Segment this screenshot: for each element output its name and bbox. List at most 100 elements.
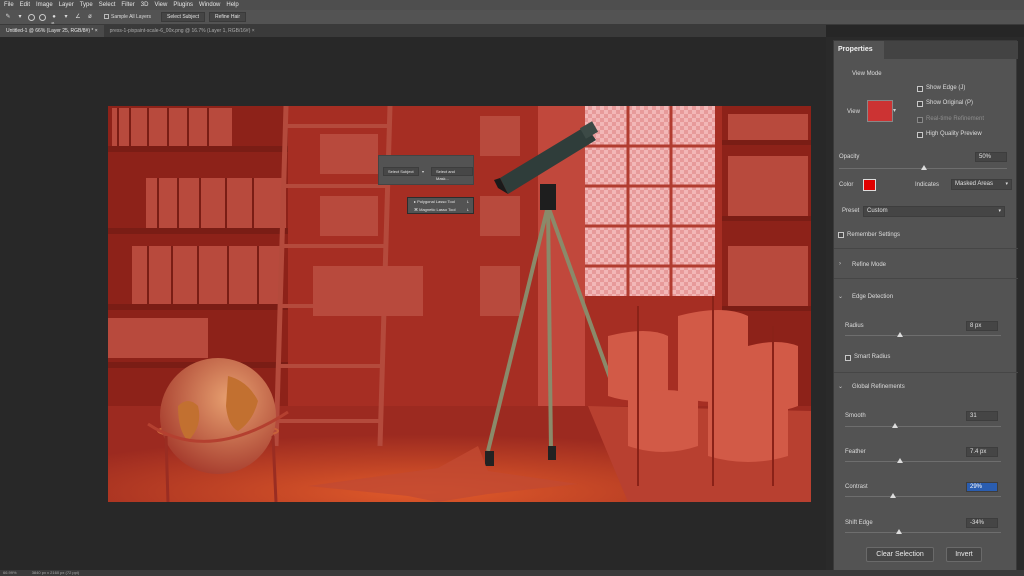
select-and-mask-float-button[interactable]: Select and Mask...	[431, 167, 473, 181]
radius-label: Radius	[845, 323, 864, 329]
menu-item-file[interactable]: File	[1, 0, 17, 10]
properties-panel-dock: Properties View Mode View ▾ Show Edge (J…	[826, 37, 1024, 576]
menu-item-layer[interactable]: Layer	[56, 0, 77, 10]
shift-edge-label: Shift Edge	[845, 520, 873, 526]
menu-item-type[interactable]: Type	[77, 0, 96, 10]
add-to-selection-icon[interactable]	[39, 13, 46, 21]
menu-item-window[interactable]: Window	[196, 0, 223, 10]
menu-item-view[interactable]: View	[151, 0, 170, 10]
tab-press-1[interactable]: press-1-pixpaint-scale-6_00x.png @ 16.7%…	[103, 25, 261, 37]
close-icon[interactable]: ×	[95, 28, 98, 34]
magnetic-lasso-icon: ⌘	[414, 207, 418, 212]
color-swatch[interactable]	[863, 179, 876, 191]
document-info: 3840 px x 2160 px (72 ppi)	[31, 570, 80, 575]
sample-all-layers-box[interactable]	[104, 14, 109, 20]
angle-icon[interactable]: ∠	[74, 13, 82, 21]
smooth-field[interactable]: 31	[966, 411, 998, 421]
close-icon[interactable]: ×	[252, 28, 255, 34]
brush-size-icon[interactable]: ● 46	[50, 13, 58, 25]
contrast-slider-thumb[interactable]	[890, 493, 896, 498]
radius-field[interactable]: 8 px	[966, 321, 998, 331]
preset-dropdown[interactable]: Custom ▾	[863, 206, 1005, 217]
high-quality-preview-checkbox[interactable]	[917, 132, 923, 138]
smooth-slider-track[interactable]	[845, 426, 1001, 427]
show-original-label: Show Original (P)	[926, 100, 974, 106]
indicates-label: Indicates	[915, 182, 940, 188]
opacity-field[interactable]: 50%	[975, 152, 1007, 162]
polygonal-lasso-icon: ▸	[414, 199, 417, 204]
chevron-down-icon[interactable]: ⌄	[838, 293, 843, 300]
document-tabs: Untitled-1 @ 66% (Layer 25, RGB/8#) * × …	[0, 25, 826, 37]
shift-edge-slider-track[interactable]	[845, 532, 1001, 533]
tab-label: Untitled-1 @ 66% (Layer 25, RGB/8#) *	[6, 28, 94, 34]
zoom-level[interactable]: 66.99%	[3, 570, 17, 575]
shift-edge-field[interactable]: -34%	[966, 518, 998, 528]
remember-settings-checkbox[interactable]	[838, 232, 844, 238]
tab-untitled-1[interactable]: Untitled-1 @ 66% (Layer 25, RGB/8#) * ×	[0, 25, 104, 37]
invert-button[interactable]: Invert	[946, 547, 982, 562]
contrast-slider-track[interactable]	[845, 496, 1001, 497]
tab-properties[interactable]: Properties	[834, 41, 884, 59]
feather-slider-thumb[interactable]	[897, 458, 903, 463]
contextual-taskbar: Select Subject ▾ Select and Mask...	[378, 155, 474, 185]
show-edge-checkbox[interactable]	[917, 86, 923, 92]
feather-slider-track[interactable]	[845, 461, 1001, 462]
menu-item-select[interactable]: Select	[96, 0, 119, 10]
indicates-value: Masked Areas	[955, 181, 994, 187]
more-dropdown-icon[interactable]: ▾	[419, 168, 427, 176]
chevron-down-icon: ▾	[1005, 181, 1008, 187]
edge-detection-heading[interactable]: Edge Detection	[852, 294, 893, 300]
pressure-icon[interactable]: ø	[86, 13, 94, 21]
indicates-dropdown[interactable]: Masked Areas ▾	[951, 179, 1012, 190]
divider	[834, 248, 1018, 249]
clear-selection-button[interactable]: Clear Selection	[866, 547, 934, 562]
quick-selection-tool-icon[interactable]: ✎	[4, 13, 12, 21]
realtime-refinement-checkbox[interactable]	[917, 117, 923, 123]
shift-edge-slider-thumb[interactable]	[896, 529, 902, 534]
smart-radius-checkbox[interactable]	[845, 355, 851, 361]
chevron-down-icon[interactable]: ▾	[893, 107, 896, 114]
chevron-down-icon: ▾	[998, 208, 1001, 214]
sample-all-layers-checkbox[interactable]: Sample All Layers	[104, 14, 151, 20]
remember-settings-label: Remember Settings	[847, 232, 901, 238]
select-subject-float-button[interactable]: Select Subject	[383, 167, 419, 176]
properties-panel: Properties View Mode View ▾ Show Edge (J…	[833, 40, 1018, 573]
chevron-right-icon[interactable]: ›	[839, 261, 841, 267]
refine-hair-button[interactable]: Refine Hair	[209, 12, 247, 22]
opacity-slider-thumb[interactable]	[921, 165, 927, 170]
status-bar: 66.99% 3840 px x 2160 px (72 ppi)	[0, 570, 1024, 576]
menu-item-filter[interactable]: Filter	[118, 0, 137, 10]
refine-mode-heading[interactable]: Refine Mode	[852, 262, 886, 268]
show-edge-label: Show Edge (J)	[926, 85, 966, 91]
options-bar: ✎ ▾ ● 46 ▾ ∠ ø Sample All Layers Select S…	[0, 10, 1024, 25]
contrast-label: Contrast	[845, 484, 868, 490]
flyout-label: Magnetic Lasso Tool	[419, 207, 456, 212]
show-original-checkbox[interactable]	[917, 101, 923, 107]
new-selection-icon[interactable]	[28, 13, 35, 21]
menu-bar: File Edit Image Layer Type Select Filter 3D View…	[0, 0, 1024, 10]
brush-dropdown-icon[interactable]: ▾	[62, 13, 70, 21]
menu-item-edit[interactable]: Edit	[17, 0, 33, 10]
shortcut-key: L	[466, 207, 469, 212]
menu-item-help[interactable]: Help	[223, 0, 241, 10]
menu-item-image[interactable]: Image	[33, 0, 56, 10]
menu-item-3d[interactable]: 3D	[138, 0, 152, 10]
contrast-field[interactable]: 29%	[966, 482, 998, 492]
smart-radius-label: Smart Radius	[854, 354, 891, 360]
select-subject-button[interactable]: Select Subject	[161, 12, 205, 22]
feather-field[interactable]: 7.4 px	[966, 447, 998, 457]
smooth-slider-thumb[interactable]	[892, 423, 898, 428]
view-mode-thumbnail[interactable]	[867, 100, 893, 122]
global-refinements-heading[interactable]: Global Refinements	[852, 384, 905, 390]
flyout-label: Polygonal Lasso Tool	[417, 199, 455, 204]
menu-item-plugins[interactable]: Plugins	[170, 0, 196, 10]
flyout-item-magnetic-lasso[interactable]: ⌘ Magnetic Lasso Tool L	[408, 206, 473, 214]
divider	[834, 278, 1018, 279]
radius-slider-track[interactable]	[845, 335, 1001, 336]
tool-preset-dropdown-icon[interactable]: ▾	[16, 13, 24, 21]
preset-value: Custom	[867, 208, 888, 214]
chevron-down-icon[interactable]: ⌄	[838, 383, 843, 390]
radius-slider-thumb[interactable]	[897, 332, 903, 337]
flyout-item-polygonal-lasso[interactable]: ▸ Polygonal Lasso Tool L	[408, 198, 473, 206]
lasso-tool-flyout: ▸ Polygonal Lasso Tool L ⌘ Magnetic Lasso…	[407, 197, 474, 214]
